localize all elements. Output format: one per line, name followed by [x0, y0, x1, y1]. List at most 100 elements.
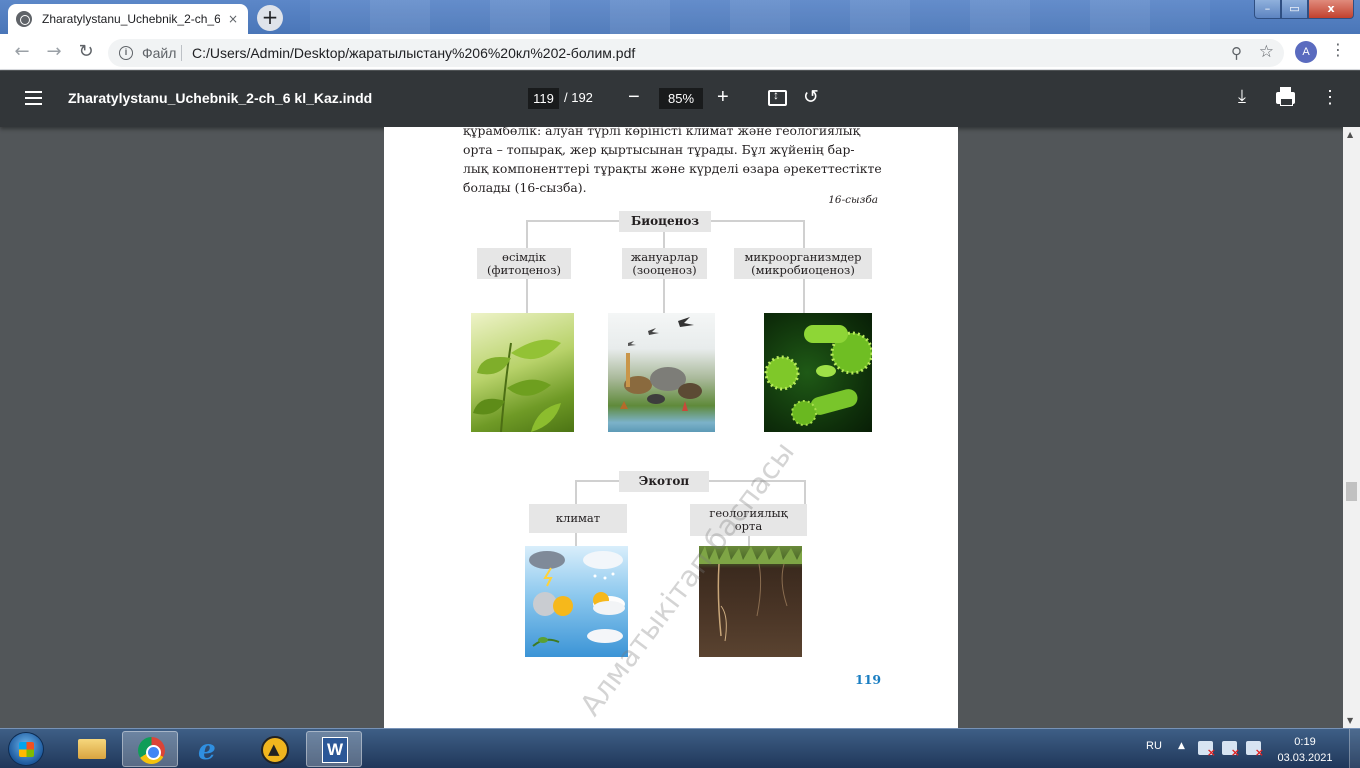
tree-connector: [803, 279, 805, 313]
scroll-down-arrow-icon[interactable]: ▼: [1347, 716, 1353, 725]
leaf-illustration: [473, 339, 561, 432]
node-label: (микробиоценоз): [751, 262, 855, 277]
node-label: жануарлар: [630, 249, 699, 264]
zoom-in-button[interactable]: +: [717, 86, 729, 109]
clock[interactable]: 0:19 03.03.2021: [1272, 734, 1338, 766]
taskbar-internet-explorer[interactable]: e: [184, 731, 240, 767]
tray-expand-icon[interactable]: ▲: [1178, 741, 1185, 751]
bacteria-image: [764, 313, 872, 432]
network-icon[interactable]: [1246, 741, 1264, 759]
node-label: өсімдік: [502, 249, 546, 264]
tree-connector: [575, 533, 577, 546]
taskbar-app[interactable]: [246, 731, 302, 767]
maximize-button[interactable]: ▭: [1281, 0, 1308, 19]
page-total: / 192: [564, 90, 593, 105]
animals-illustration: [620, 317, 702, 411]
tree-connector: [748, 536, 750, 546]
flora-node: өсімдік (фитоценоз): [477, 248, 571, 279]
tab-title: Zharatylystanu_Uchebnik_2-ch_6: [42, 12, 220, 26]
close-window-button[interactable]: x: [1308, 0, 1354, 19]
rotate-icon[interactable]: ↺: [803, 86, 819, 109]
figure-caption: 16-сызба: [828, 194, 878, 206]
fit-to-page-icon[interactable]: [768, 88, 787, 106]
profile-avatar[interactable]: A: [1295, 41, 1317, 63]
desktop-background: [310, 0, 1210, 34]
paragraph-line: құрамбөлік: алуан түрлі көріністі климат…: [463, 127, 861, 138]
scroll-up-arrow-icon[interactable]: ▲: [1347, 130, 1353, 139]
climate-node: климат: [529, 504, 627, 533]
tab-strip: Zharatylystanu_Uchebnik_2-ch_6 × + – ▭ x: [0, 0, 1360, 34]
triangle-app-icon: [261, 736, 289, 764]
browser-tab[interactable]: Zharatylystanu_Uchebnik_2-ch_6 ×: [8, 4, 248, 34]
print-icon[interactable]: [1276, 87, 1295, 106]
tree-connector: [526, 279, 528, 313]
taskbar-chrome[interactable]: [122, 731, 178, 767]
zoom-out-button[interactable]: −: [628, 86, 640, 109]
back-button[interactable]: ←: [10, 40, 34, 64]
weather-image: [525, 546, 628, 657]
globe-icon: [16, 11, 32, 27]
paragraph-line: болады (16-сызба).: [463, 180, 587, 195]
page-number-input[interactable]: 119: [528, 88, 559, 109]
plants-image: [471, 313, 574, 432]
taskbar-word[interactable]: W: [306, 731, 362, 767]
ecotope-node: Экотоп: [619, 471, 709, 492]
reload-button[interactable]: ↻: [74, 40, 98, 64]
microorganisms-node: микроорганизмдер (микробиоценоз): [734, 248, 872, 279]
taskbar: e W RU ▲ 0:19 03.03.2021: [0, 728, 1360, 768]
more-actions-icon[interactable]: ⋮: [1321, 87, 1339, 108]
chrome-icon: [138, 737, 165, 764]
page-number: 119: [855, 672, 882, 687]
node-label: (зооценоз): [632, 262, 697, 277]
folder-icon: [78, 739, 106, 759]
download-icon[interactable]: ⤓: [1238, 86, 1246, 107]
tree-connector: [526, 220, 528, 248]
tab-close-icon[interactable]: ×: [228, 12, 238, 26]
tree-connector: [803, 220, 805, 248]
word-icon: W: [322, 737, 348, 763]
info-icon[interactable]: i: [119, 46, 133, 60]
menu-icon[interactable]: [25, 91, 42, 105]
taskbar-explorer[interactable]: [62, 731, 118, 767]
internet-explorer-icon: e: [198, 733, 216, 766]
url-scheme: Файл: [142, 45, 177, 61]
browser-toolbar: ← → ↻ i Файл C:/Users/Admin/Desktop/жара…: [0, 34, 1360, 70]
node-label: (фитоценоз): [487, 262, 561, 277]
start-button[interactable]: [8, 732, 44, 766]
tree-connector: [663, 279, 665, 313]
pdf-toolbar: Zharatylystanu_Uchebnik_2-ch_6 kl_Kaz.in…: [0, 71, 1360, 127]
tree-connector: [575, 480, 577, 504]
volume-icon[interactable]: [1222, 741, 1240, 759]
animals-image: [608, 313, 715, 432]
language-indicator[interactable]: RU: [1146, 740, 1162, 752]
browser-menu-icon[interactable]: ⋮: [1330, 40, 1346, 59]
node-label: микроорганизмдер: [744, 249, 862, 264]
vertical-scrollbar[interactable]: ▲ ▼: [1343, 127, 1360, 728]
windows-logo-icon: [19, 742, 34, 757]
weather-illustration: [529, 551, 625, 647]
forward-button[interactable]: →: [42, 40, 66, 64]
omnibox-separator: [181, 45, 182, 61]
url-text[interactable]: C:/Users/Admin/Desktop/жаратылыстану%206…: [192, 45, 635, 61]
biocenosis-node: Биоценоз: [619, 211, 711, 232]
clock-time: 0:19: [1294, 736, 1316, 748]
paragraph-line: лық компоненттері тұрақты және күрделі ө…: [463, 161, 882, 176]
document-title: Zharatylystanu_Uchebnik_2-ch_6 kl_Kaz.in…: [68, 90, 373, 106]
address-bar[interactable]: i Файл C:/Users/Admin/Desktop/жаратылыст…: [108, 39, 1284, 67]
zoom-level-input[interactable]: 85%: [659, 88, 703, 109]
show-desktop-button[interactable]: [1349, 729, 1360, 768]
paragraph-line: орта – топырақ, жер қыртысынан тұрады. Б…: [463, 142, 855, 157]
scroll-thumb[interactable]: [1346, 482, 1357, 501]
pdf-page: құрамбөлік: алуан түрлі көріністі климат…: [384, 127, 958, 728]
fauna-node: жануарлар (зооценоз): [622, 248, 707, 279]
tree-connector: [663, 232, 665, 248]
body-paragraph: құрамбөлік: алуан түрлі көріністі климат…: [463, 127, 882, 197]
bacteria-illustration: [764, 325, 872, 426]
minimize-button[interactable]: –: [1254, 0, 1281, 19]
bookmark-star-icon[interactable]: ☆: [1259, 42, 1274, 62]
clock-date: 03.03.2021: [1277, 752, 1333, 764]
action-center-icon[interactable]: [1198, 741, 1216, 759]
search-zoom-icon[interactable]: ⚲: [1231, 44, 1242, 62]
new-tab-button[interactable]: +: [257, 5, 283, 31]
tree-connector: [804, 480, 806, 504]
